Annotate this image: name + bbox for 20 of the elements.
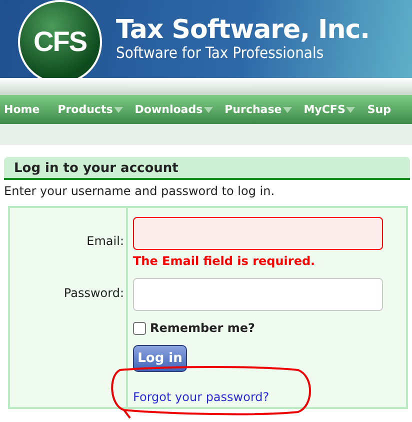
field-label: Password: [62,286,125,301]
forgot-password-link[interactable]: Forgot your password? [133,390,270,404]
tagline: Software for Tax Professionals [116,44,325,62]
logo: CFS [18,0,102,78]
instructions: Enter your username and password to log in. [4,184,276,198]
nav-item[interactable]: Downloads [130,103,221,116]
password-field[interactable] [133,278,383,311]
nav-item[interactable]: Home [0,103,48,116]
login-button[interactable]: Log in [133,345,187,372]
remember-checkbox[interactable] [133,322,146,334]
company-name: Tax Software, Inc. [116,16,370,44]
checkbox-label: Remember me? [150,321,255,335]
nav-item[interactable]: Purchase [220,103,300,116]
nav-item[interactable]: MyCFS [300,103,364,116]
nav-item[interactable]: Sup [363,103,400,116]
field-label: Email: [86,234,125,249]
panel-title: Log in to your account [4,157,410,180]
error-message: The Email field is required. [133,254,316,268]
nav-item[interactable]: Products [54,103,131,116]
email-field[interactable] [133,217,383,250]
